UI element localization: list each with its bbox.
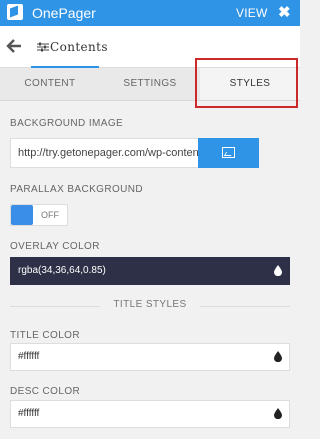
choose-image-button[interactable]	[198, 138, 259, 168]
overlay-color-input[interactable]: rgba(34,36,64,0.85)	[10, 257, 290, 285]
toggle-state: OFF	[41, 210, 59, 220]
parallax-toggle[interactable]: OFF	[10, 204, 68, 226]
color-drop-icon[interactable]	[274, 351, 282, 362]
divider-line-right	[200, 306, 290, 307]
sliders-icon	[37, 42, 49, 52]
desc-color-label: DESC COLOR	[10, 386, 81, 397]
app-header: OnePager VIEW ✖	[0, 0, 300, 26]
tab-settings[interactable]: SETTINGS	[100, 68, 200, 100]
breadcrumb-label: Contents	[50, 40, 108, 54]
image-icon	[222, 147, 235, 158]
onepager-logo-icon	[7, 4, 23, 20]
view-button[interactable]: VIEW	[236, 6, 267, 20]
background-image-label: BACKGROUND IMAGE	[10, 118, 124, 129]
background-image-url-input[interactable]: http://try.getonepager.com/wp-conten	[10, 138, 198, 168]
styles-tab-highlight	[195, 58, 298, 108]
title-color-value: #ffffff	[18, 351, 40, 362]
back-arrow-icon[interactable]	[6, 38, 22, 54]
parallax-background-label: PARALLAX BACKGROUND	[10, 184, 144, 195]
close-button[interactable]: ✖	[278, 3, 291, 21]
breadcrumb-contents[interactable]: Contents	[31, 26, 108, 68]
title-color-label: TITLE COLOR	[10, 330, 80, 341]
toggle-knob	[11, 205, 33, 225]
desc-color-value: #ffffff	[18, 408, 40, 419]
color-drop-icon[interactable]	[274, 408, 282, 419]
color-drop-icon[interactable]	[274, 265, 282, 276]
app-title: OnePager	[32, 5, 96, 21]
tab-content[interactable]: CONTENT	[0, 68, 100, 100]
section-heading: TITLE STYLES	[113, 299, 187, 310]
title-styles-divider: TITLE STYLES	[10, 299, 290, 313]
overlay-color-label: OVERLAY COLOR	[10, 241, 100, 252]
desc-color-input[interactable]: #ffffff	[10, 400, 290, 428]
overlay-color-value: rgba(34,36,64,0.85)	[18, 265, 106, 276]
title-color-input[interactable]: #ffffff	[10, 343, 290, 371]
